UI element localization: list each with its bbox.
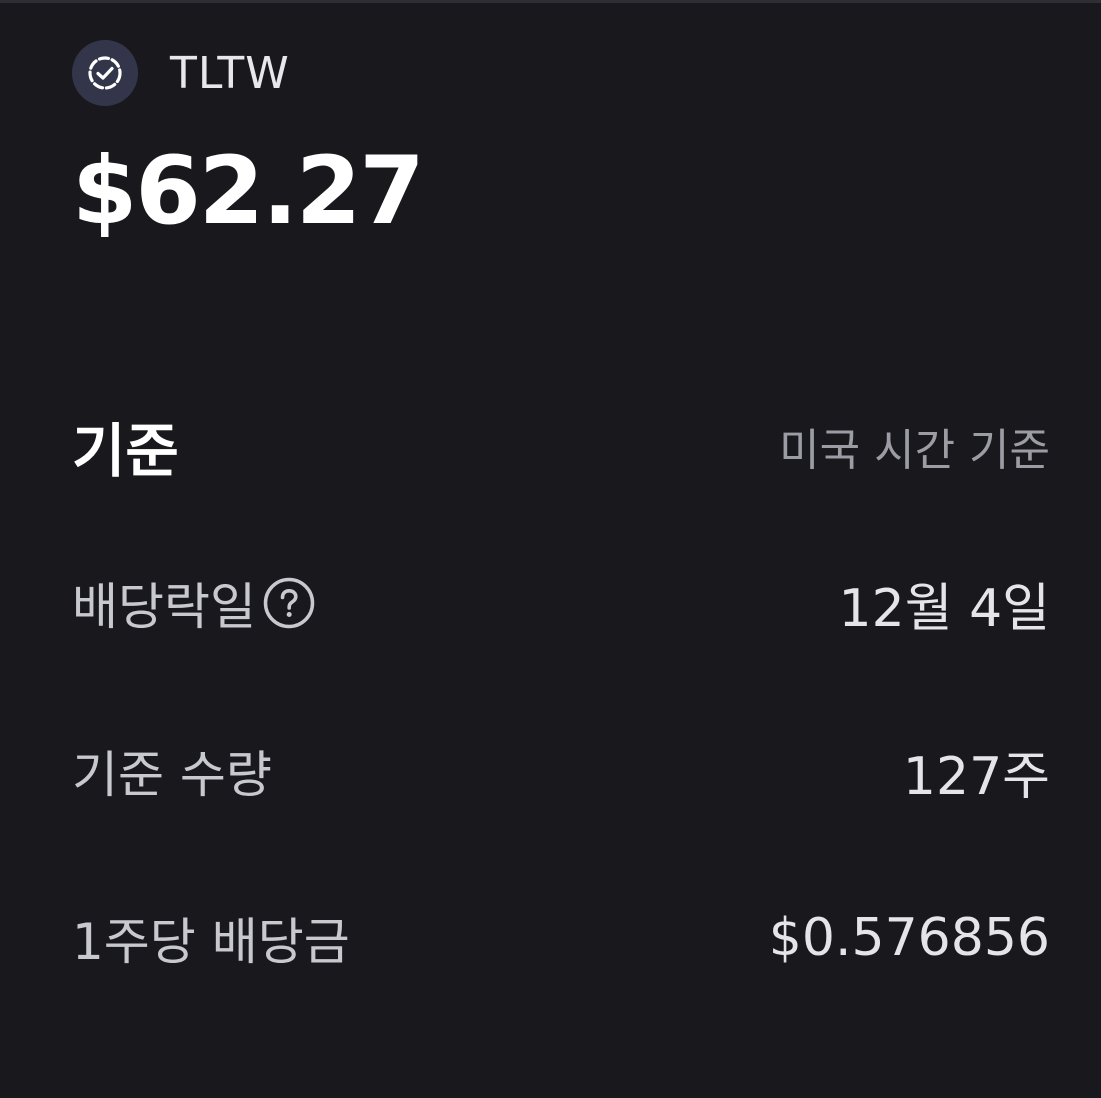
dividend-per-share-value: $0.576856 bbox=[768, 908, 1050, 968]
top-divider bbox=[0, 0, 1101, 3]
ex-dividend-date-label: 배당락일 bbox=[72, 578, 256, 636]
stock-header: TLTW bbox=[72, 39, 290, 107]
ticker-symbol: TLTW bbox=[170, 47, 290, 99]
section-title: 기준 bbox=[72, 417, 179, 485]
ex-dividend-date-value: 12월 4일 bbox=[838, 578, 1050, 639]
stock-price: $62.27 bbox=[72, 137, 425, 246]
base-quantity-value: 127주 bbox=[902, 746, 1050, 807]
timezone-note: 미국 시간 기준 bbox=[779, 425, 1050, 476]
verified-badge-icon bbox=[72, 40, 138, 106]
basis-section-header: 기준 미국 시간 기준 bbox=[72, 406, 1050, 486]
question-circle-icon[interactable] bbox=[262, 576, 316, 630]
dividend-per-share-label: 1주당 배당금 bbox=[72, 913, 350, 971]
ex-dividend-date-label-group: 배당락일 bbox=[72, 567, 316, 639]
base-quantity-label: 기준 수량 bbox=[72, 746, 272, 804]
dividend-per-share-row: 1주당 배당금 $0.576856 bbox=[72, 900, 1050, 976]
base-quantity-row: 기준 수량 127주 bbox=[72, 733, 1050, 809]
ex-dividend-date-row: 배당락일 12월 4일 bbox=[72, 565, 1050, 641]
